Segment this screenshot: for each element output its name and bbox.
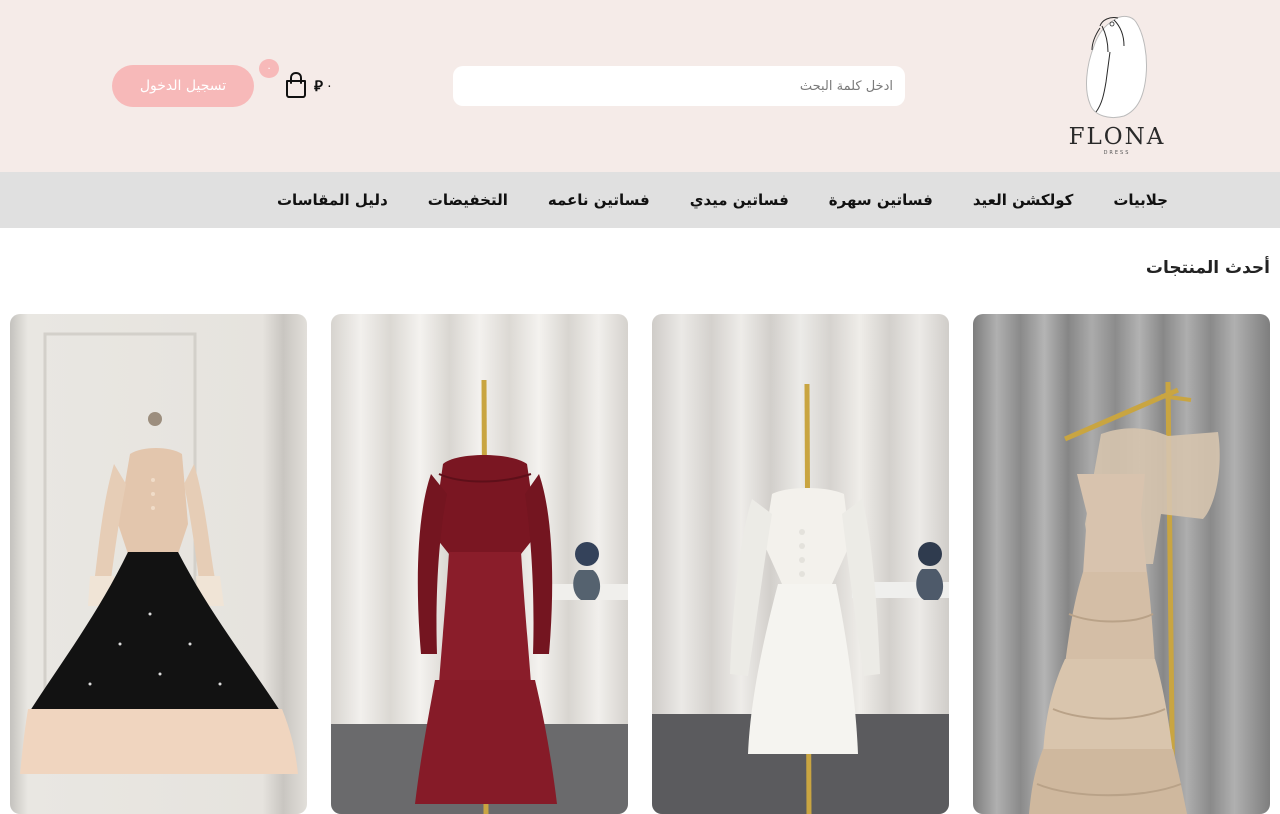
shopping-bag-icon[interactable] — [284, 71, 308, 98]
black-peach-lace-dress-image — [10, 314, 307, 814]
cart-total-value: ٠ — [325, 78, 333, 94]
site-header: FLONA DRESS ⃁ ٠ ٠ تسجيل الدخول — [0, 0, 1280, 172]
search-input[interactable] — [453, 66, 905, 106]
logo-subtext: DRESS — [1103, 150, 1131, 156]
product-card[interactable] — [331, 314, 628, 814]
logo-text: FLONA — [1068, 124, 1166, 150]
nav-item-size-guide[interactable]: دليل المقاسات — [277, 191, 388, 209]
main-navigation: جلابيات كولكشن العيد فساتين سهرة فساتين … — [0, 172, 1280, 228]
burgundy-lace-dress-image — [331, 314, 628, 814]
login-button[interactable]: تسجيل الدخول — [112, 65, 254, 107]
dress-sketch-icon — [1086, 15, 1147, 118]
nav-item-jalabiyat[interactable]: جلابيات — [1113, 191, 1168, 209]
nav-item-evening-dresses[interactable]: فساتين سهرة — [829, 191, 933, 209]
nav-item-eid-collection[interactable]: كولكشن العيد — [973, 191, 1074, 209]
nav-item-soft-dresses[interactable]: فساتين ناعمه — [548, 191, 650, 209]
product-card[interactable] — [10, 314, 307, 814]
nav-item-midi-dresses[interactable]: فساتين ميدي — [690, 191, 789, 209]
champagne-tiered-dress-image — [973, 314, 1270, 814]
flona-logo[interactable]: FLONA DRESS — [1062, 12, 1172, 160]
riyal-currency-icon: ⃁ — [314, 76, 323, 95]
product-card[interactable] — [652, 314, 949, 814]
nav-item-sale[interactable]: التخفيضات — [428, 191, 508, 209]
cart-count-badge: ٠ — [259, 59, 279, 78]
product-card[interactable] — [973, 314, 1270, 814]
section-title-latest-products: أحدث المنتجات — [1145, 258, 1270, 278]
cart-total: ⃁ ٠ — [314, 76, 333, 96]
white-puff-sleeve-dress-image — [652, 314, 949, 814]
